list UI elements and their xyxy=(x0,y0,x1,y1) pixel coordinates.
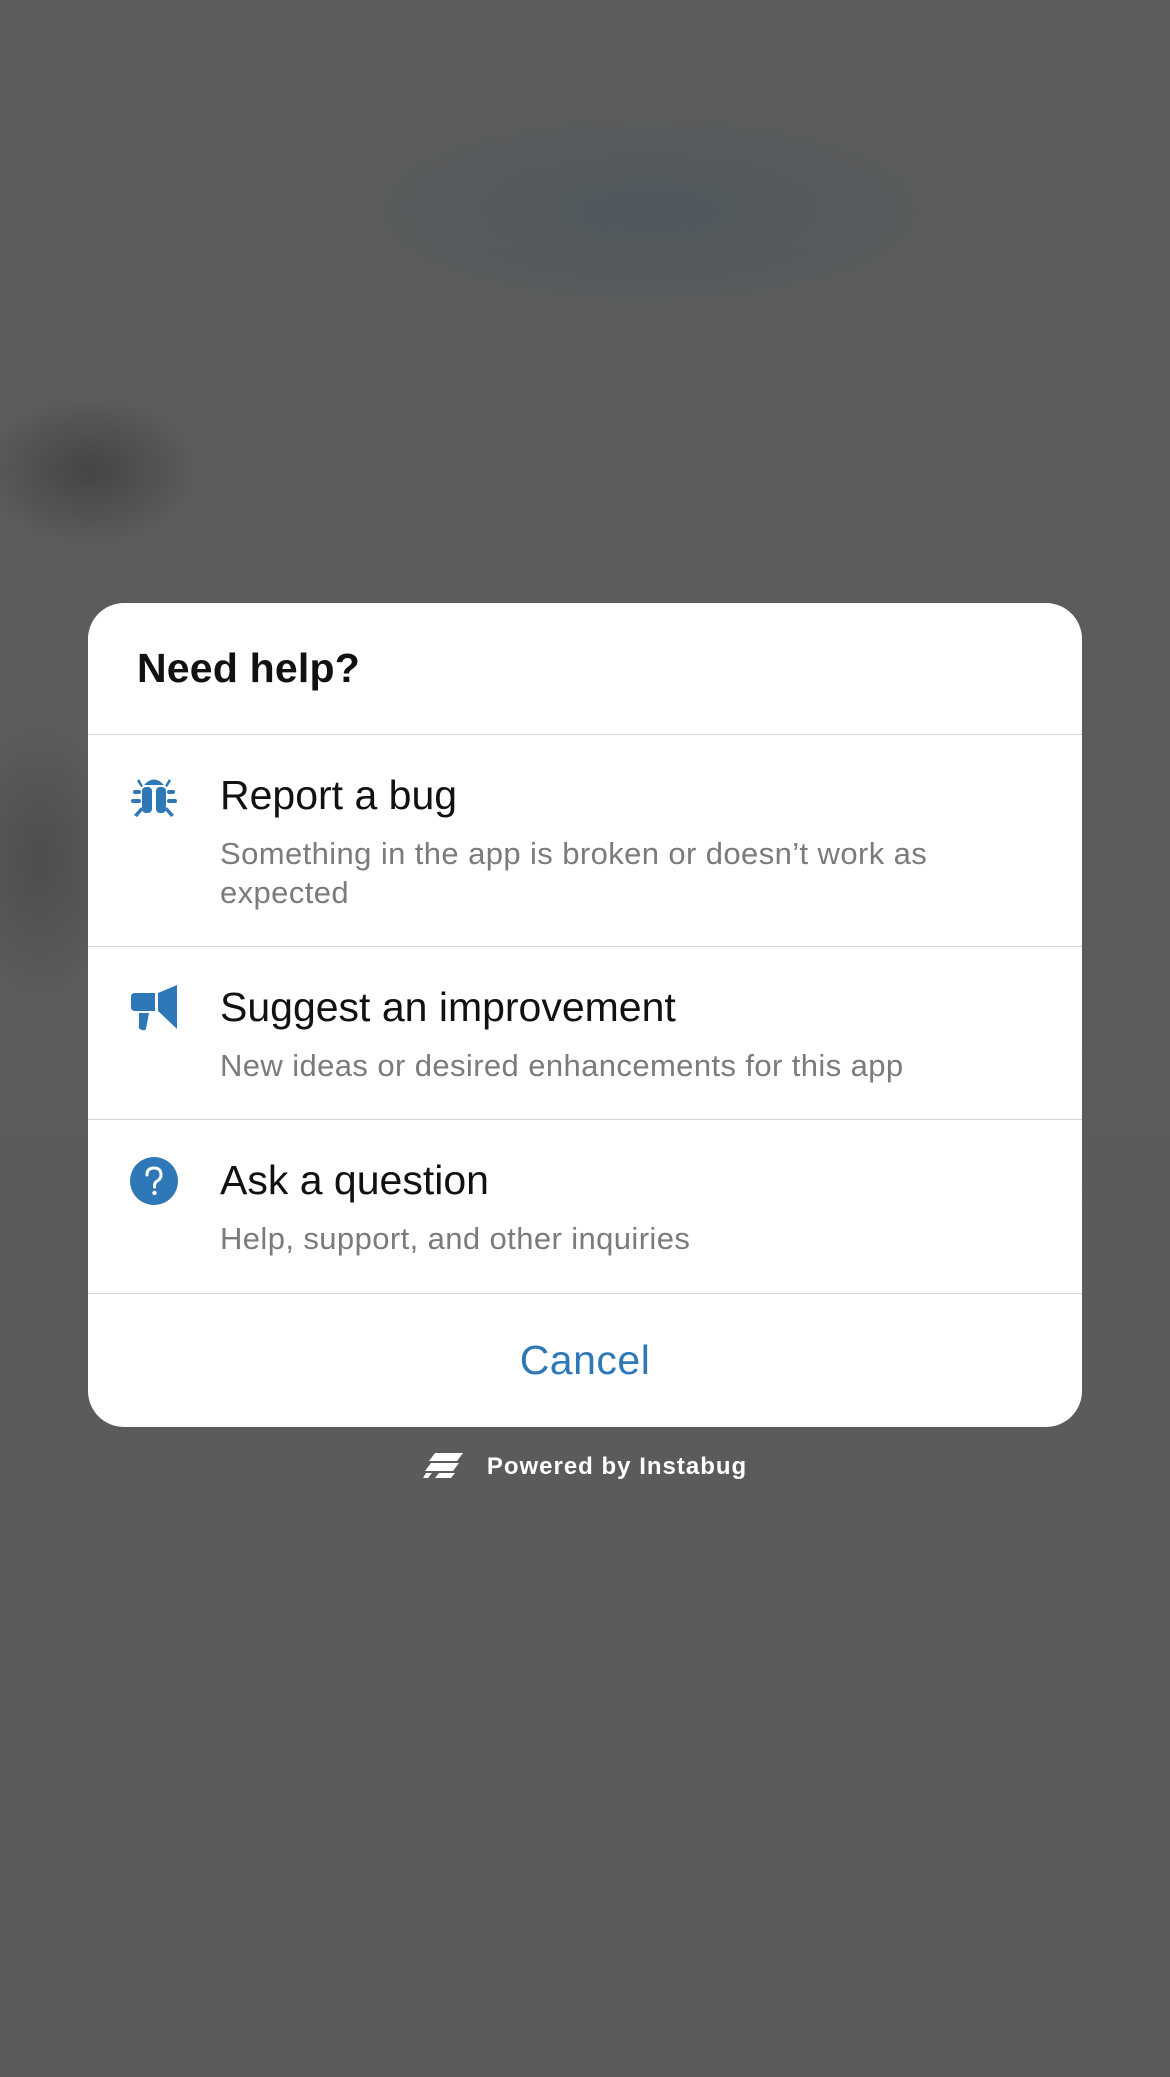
question-circle-icon xyxy=(129,1156,179,1206)
megaphone-icon xyxy=(129,983,179,1033)
powered-by-text: Powered by Instabug xyxy=(486,1453,748,1480)
bug-icon xyxy=(129,771,179,821)
cancel-label: Cancel xyxy=(519,1336,651,1383)
ask-question-title: Ask a question xyxy=(220,1157,489,1203)
suggest-improvement-option[interactable]: Suggest an improvement New ideas or desi… xyxy=(88,947,1082,1120)
suggest-improvement-description: New ideas or desired enhancements for th… xyxy=(220,1048,904,1083)
instabug-logo-icon xyxy=(422,1451,465,1484)
report-bug-title: Report a bug xyxy=(220,772,458,818)
report-bug-option[interactable]: Report a bug Something in the app is bro… xyxy=(88,735,1082,947)
powered-by-footer: Powered by Instabug xyxy=(0,1448,1170,1486)
dialog-title: Need help? xyxy=(137,645,360,691)
dialog-header: Need help? xyxy=(88,603,1082,735)
report-bug-description: Something in the app is broken or doesn’… xyxy=(220,836,928,910)
ask-question-description: Help, support, and other inquiries xyxy=(220,1221,691,1256)
suggest-improvement-title: Suggest an improvement xyxy=(220,984,676,1030)
ask-question-option[interactable]: Ask a question Help, support, and other … xyxy=(88,1120,1082,1294)
help-dialog: Need help? Report a bug Something in the… xyxy=(88,603,1082,1427)
cancel-button[interactable]: Cancel xyxy=(88,1294,1082,1426)
